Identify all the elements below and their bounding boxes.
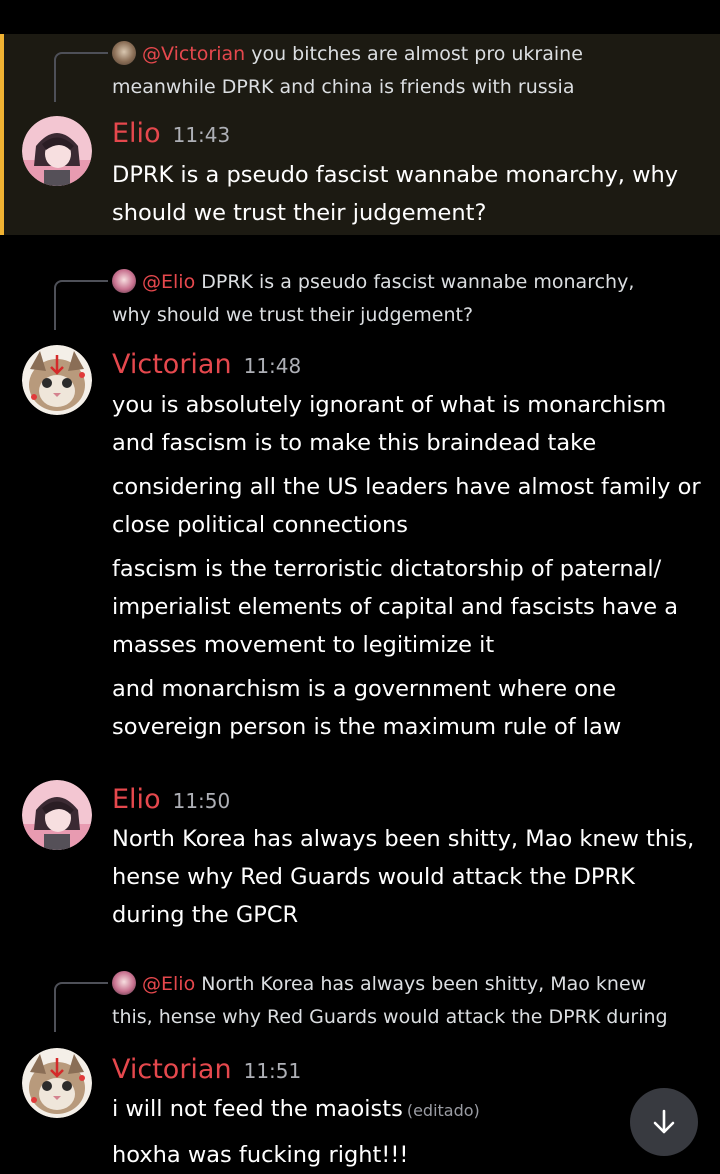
message[interactable]: @Elio North Korea has always been shitty… <box>0 968 720 1168</box>
username[interactable]: Victorian <box>112 1054 232 1085</box>
message-content: DPRK is a pseudo fascist wannabe monarch… <box>112 156 704 232</box>
message-line: hoxha was fucking right!!! <box>112 1142 409 1168</box>
message-line: close political connections <box>112 512 408 538</box>
jump-to-bottom-button[interactable] <box>630 1088 698 1156</box>
message-content: North Korea has always been shitty, Mao … <box>112 820 704 934</box>
message-line: sovereign person is the maximum rule of … <box>112 714 622 740</box>
message-line: considering all the US leaders have almo… <box>112 474 701 500</box>
reply-text-line1: North Korea has always been shitty, Mao … <box>201 973 647 995</box>
message-text: i will not feed the maoists <box>112 1096 403 1122</box>
message-line: and fascism is to make this braindead ta… <box>112 430 597 456</box>
message-highlighted[interactable]: @Victorian you bitches are almost pro uk… <box>0 34 720 235</box>
timestamp: 11:51 <box>243 1059 302 1083</box>
reply-text-line1: DPRK is a pseudo fascist wannabe monarch… <box>201 271 635 293</box>
reply-text-line2: this, hense why Red Guards would attack … <box>112 1006 668 1028</box>
timestamp: 11:50 <box>172 789 231 813</box>
message-line: fascism is the terroristic dictatorship … <box>112 556 662 582</box>
reply-preview[interactable]: @Elio DPRK is a pseudo fascist wannabe m… <box>112 266 702 332</box>
reply-text-line2: meanwhile DPRK and china is friends with… <box>112 76 575 98</box>
message-content: you is absolutely ignorant of what is mo… <box>112 386 704 746</box>
username[interactable]: Elio <box>112 784 161 815</box>
message-content: i will not feed the maoists (editado) hox… <box>112 1090 704 1174</box>
elio-mini-avatar <box>112 269 136 293</box>
reply-mention[interactable]: @Elio <box>142 973 195 995</box>
arrow-down-icon <box>653 1109 675 1134</box>
reply-connector <box>54 280 108 330</box>
message-line: you is absolutely ignorant of what is mo… <box>112 392 667 418</box>
message-line: masses movement to legitimize it <box>112 632 495 658</box>
message-line: North Korea has always been shitty, Mao … <box>112 826 695 852</box>
reply-text-line1: you bitches are almost pro ukraine <box>251 43 583 65</box>
timestamp: 11:43 <box>172 123 231 147</box>
reply-connector <box>54 52 108 102</box>
message-line: DPRK is a pseudo fascist wannabe monarch… <box>112 162 679 188</box>
edited-label: (editado) <box>406 1101 480 1120</box>
victorian-avatar[interactable] <box>22 1048 92 1118</box>
message-line: i will not feed the maoists (editado) <box>112 1090 704 1130</box>
message[interactable]: Elio 11:50 North Korea has always been sh… <box>0 780 720 940</box>
username[interactable]: Elio <box>112 118 161 149</box>
message-line: and monarchism is a government where one <box>112 676 617 702</box>
victorian-mini-avatar <box>112 41 136 65</box>
message-line: should we trust their judgement? <box>112 200 487 226</box>
timestamp: 11:48 <box>243 354 302 378</box>
message-line: during the GPCR <box>112 902 299 928</box>
message[interactable]: @Elio DPRK is a pseudo fascist wannabe m… <box>0 266 720 746</box>
username[interactable]: Victorian <box>112 349 232 380</box>
reply-text-line2: why should we trust their judgement? <box>112 304 474 326</box>
elio-mini-avatar <box>112 971 136 995</box>
reply-mention[interactable]: @Elio <box>142 271 195 293</box>
elio-avatar[interactable] <box>22 780 92 850</box>
reply-preview[interactable]: @Elio North Korea has always been shitty… <box>112 968 702 1034</box>
victorian-avatar[interactable] <box>22 345 92 415</box>
elio-avatar[interactable] <box>22 116 92 186</box>
reply-preview[interactable]: @Victorian you bitches are almost pro uk… <box>112 38 702 104</box>
message-line: hense why Red Guards would attack the DP… <box>112 864 635 890</box>
reply-connector <box>54 982 108 1032</box>
message-line: imperialist elements of capital and fasc… <box>112 594 679 620</box>
reply-mention[interactable]: @Victorian <box>142 43 245 65</box>
